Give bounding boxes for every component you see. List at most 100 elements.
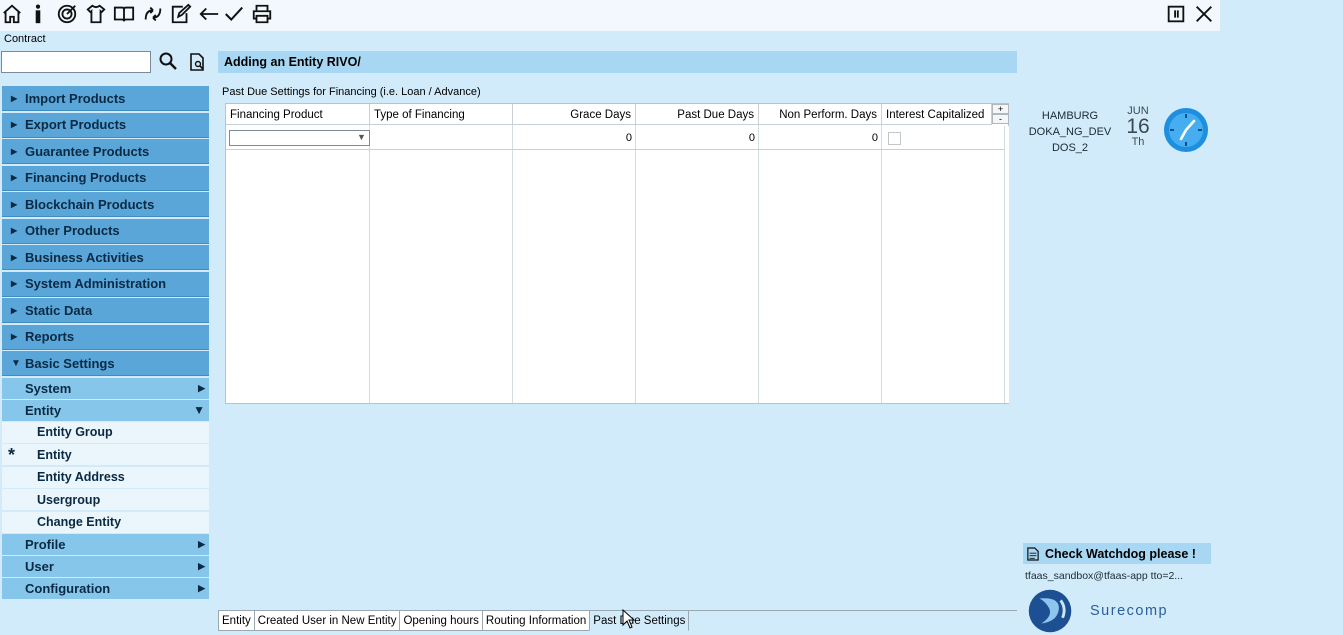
user-session-label: tfaas_sandbox@tfaas-app tto=2...	[1025, 570, 1184, 582]
sidebar-subitem-label: Entity	[25, 402, 62, 418]
sidebar-item-basic-settings[interactable]: ▼ Basic Settings	[2, 351, 209, 376]
sidebar-subitem-label: Configuration	[25, 581, 111, 596]
clock-icon	[1163, 107, 1209, 153]
grace-days-cell[interactable]: 0	[513, 126, 636, 150]
sidebar-item-label: System Administration	[25, 276, 167, 291]
shirt-icon[interactable]	[84, 2, 108, 26]
sidebar-item-guarantee-products[interactable]: ▶ Guarantee Products	[2, 139, 209, 164]
sidebar-item-label: Other Products	[25, 223, 120, 238]
sidebar-subitem-user[interactable]: User ▶	[2, 556, 209, 577]
tab-entity[interactable]: Entity	[218, 610, 255, 631]
watchdog-alert[interactable]: Check Watchdog please !	[1023, 543, 1211, 564]
sidebar-leaf-entity[interactable]: * Entity	[2, 444, 209, 465]
caret-right-icon: ▶	[11, 199, 18, 209]
window-toggle-icon[interactable]	[1164, 2, 1188, 26]
sidebar-leaf-label: Change Entity	[37, 515, 122, 529]
sidebar-item-static-data[interactable]: ▶ Static Data	[2, 298, 209, 323]
table-row: ▼ 0 0 0	[226, 126, 1005, 150]
sidebar-item-export-products[interactable]: ▶ Export Products	[2, 112, 209, 138]
column-header-interest-capitalized[interactable]: Interest Capitalized	[882, 104, 992, 125]
instance-label: DOS_2	[1051, 142, 1089, 154]
page-title: Adding an Entity RIVO/	[218, 51, 1017, 73]
sidebar-item-system-administration[interactable]: ▶ System Administration	[2, 271, 209, 297]
caret-right-icon: ▶	[11, 332, 18, 341]
document-icon	[1027, 546, 1039, 561]
info-icon[interactable]	[26, 2, 50, 26]
sidebar-item-blockchain-products[interactable]: ▶ Blockchain Products	[2, 192, 209, 217]
column-divider	[881, 125, 882, 403]
tab-past-due-settings[interactable]: Past Due Settings	[589, 610, 690, 631]
sidebar-leaf-entity-group[interactable]: Entity Group	[2, 421, 209, 443]
tab-opening-hours[interactable]: Opening hours	[399, 610, 483, 631]
sidebar-subitem-entity[interactable]: Entity ▼	[2, 399, 209, 421]
search-icon[interactable]	[158, 51, 178, 71]
sidebar-leaf-label: Entity Group	[37, 425, 113, 439]
past-due-settings-table: Financing Product Type of Financing Grac…	[225, 103, 1009, 404]
sidebar-item-label: Export Products	[25, 117, 127, 132]
flow-icon[interactable]	[141, 2, 165, 26]
caret-right-icon: ▶	[198, 583, 205, 593]
sidebar-item-label: Import Products	[25, 90, 126, 106]
section-label: Past Due Settings for Financing (i.e. Lo…	[222, 86, 481, 98]
target-icon[interactable]	[55, 2, 79, 26]
contract-input[interactable]	[1, 51, 151, 73]
table-header: Financing Product Type of Financing Grac…	[226, 104, 992, 125]
financing-product-select[interactable]	[229, 130, 370, 146]
sidebar-item-import-products[interactable]: ▶ Import Products	[2, 86, 209, 111]
caret-right-icon: ▶	[11, 120, 18, 129]
watchdog-label: Check Watchdog please !	[1045, 546, 1196, 561]
sidebar-subitem-label: User	[25, 559, 54, 574]
column-divider	[512, 125, 513, 403]
sidebar-item-business-activities[interactable]: ▶ Business Activities	[2, 245, 209, 270]
sidebar-leaf-label: Entity Address	[37, 470, 125, 484]
caret-right-icon: ▶	[11, 173, 18, 182]
remove-row-button[interactable]: -	[992, 114, 1009, 124]
caret-right-icon: ▶	[11, 226, 18, 235]
sidebar-subitem-configuration[interactable]: Configuration ▶	[2, 578, 209, 599]
home-icon[interactable]	[0, 2, 24, 26]
edit-icon[interactable]	[169, 2, 193, 26]
back-arrow-icon[interactable]	[197, 2, 221, 26]
interest-capitalized-checkbox[interactable]	[888, 132, 901, 145]
column-header-grace-days[interactable]: Grace Days	[513, 104, 636, 125]
document-search-icon[interactable]	[187, 52, 207, 72]
type-of-financing-cell[interactable]	[370, 126, 512, 150]
sidebar-item-financing-products[interactable]: ▶ Financing Products	[2, 165, 209, 191]
logo-mark-icon	[1028, 589, 1072, 633]
past-due-days-cell[interactable]: 0	[636, 126, 759, 150]
column-header-non-perform-days[interactable]: Non Perform. Days	[759, 104, 882, 125]
column-header-financing-product[interactable]: Financing Product	[226, 104, 370, 125]
top-toolbar	[0, 0, 1220, 31]
chevron-down-icon[interactable]: ▼	[357, 132, 366, 142]
check-icon[interactable]	[222, 2, 246, 26]
caret-right-icon: ▶	[11, 146, 18, 156]
sidebar-leaf-entity-address[interactable]: Entity Address	[2, 466, 209, 488]
sidebar-item-label: Basic Settings	[25, 355, 115, 371]
caret-right-icon: ▶	[198, 539, 205, 549]
sidebar-subitem-profile[interactable]: Profile ▶	[2, 534, 209, 555]
mouse-cursor-icon	[622, 609, 636, 629]
sidebar-item-label: Static Data	[25, 302, 93, 318]
sidebar-leaf-label: Entity	[37, 447, 72, 462]
sidebar-leaf-change-entity[interactable]: Change Entity	[2, 511, 209, 533]
column-divider	[758, 125, 759, 403]
table-scrollbar[interactable]	[1004, 126, 1009, 403]
sidebar-nav: ▶ Import Products ▶ Export Products ▶ Guara…	[2, 86, 209, 600]
tab-routing-information[interactable]: Routing Information	[481, 610, 591, 631]
column-header-past-due-days[interactable]: Past Due Days	[636, 104, 759, 125]
sidebar-item-reports[interactable]: ▶ Reports	[2, 324, 209, 350]
sidebar-item-other-products[interactable]: ▶ Other Products	[2, 218, 209, 244]
print-icon[interactable]	[250, 2, 274, 26]
caret-down-icon: ▼	[11, 357, 21, 369]
tab-created-user[interactable]: Created User in New Entity	[253, 610, 401, 631]
add-row-button[interactable]: +	[992, 104, 1009, 114]
date-day: 16	[1126, 115, 1150, 138]
non-perform-days-cell[interactable]: 0	[759, 126, 882, 150]
close-icon[interactable]	[1192, 2, 1216, 26]
column-header-type-of-financing[interactable]: Type of Financing	[370, 104, 513, 125]
caret-down-icon: ▼	[193, 403, 205, 417]
book-icon[interactable]	[112, 2, 136, 26]
sidebar-leaf-usergroup[interactable]: Usergroup	[2, 489, 209, 510]
sidebar-subitem-system[interactable]: System ▶	[2, 377, 209, 399]
sidebar-subitem-label: Profile	[25, 537, 66, 552]
